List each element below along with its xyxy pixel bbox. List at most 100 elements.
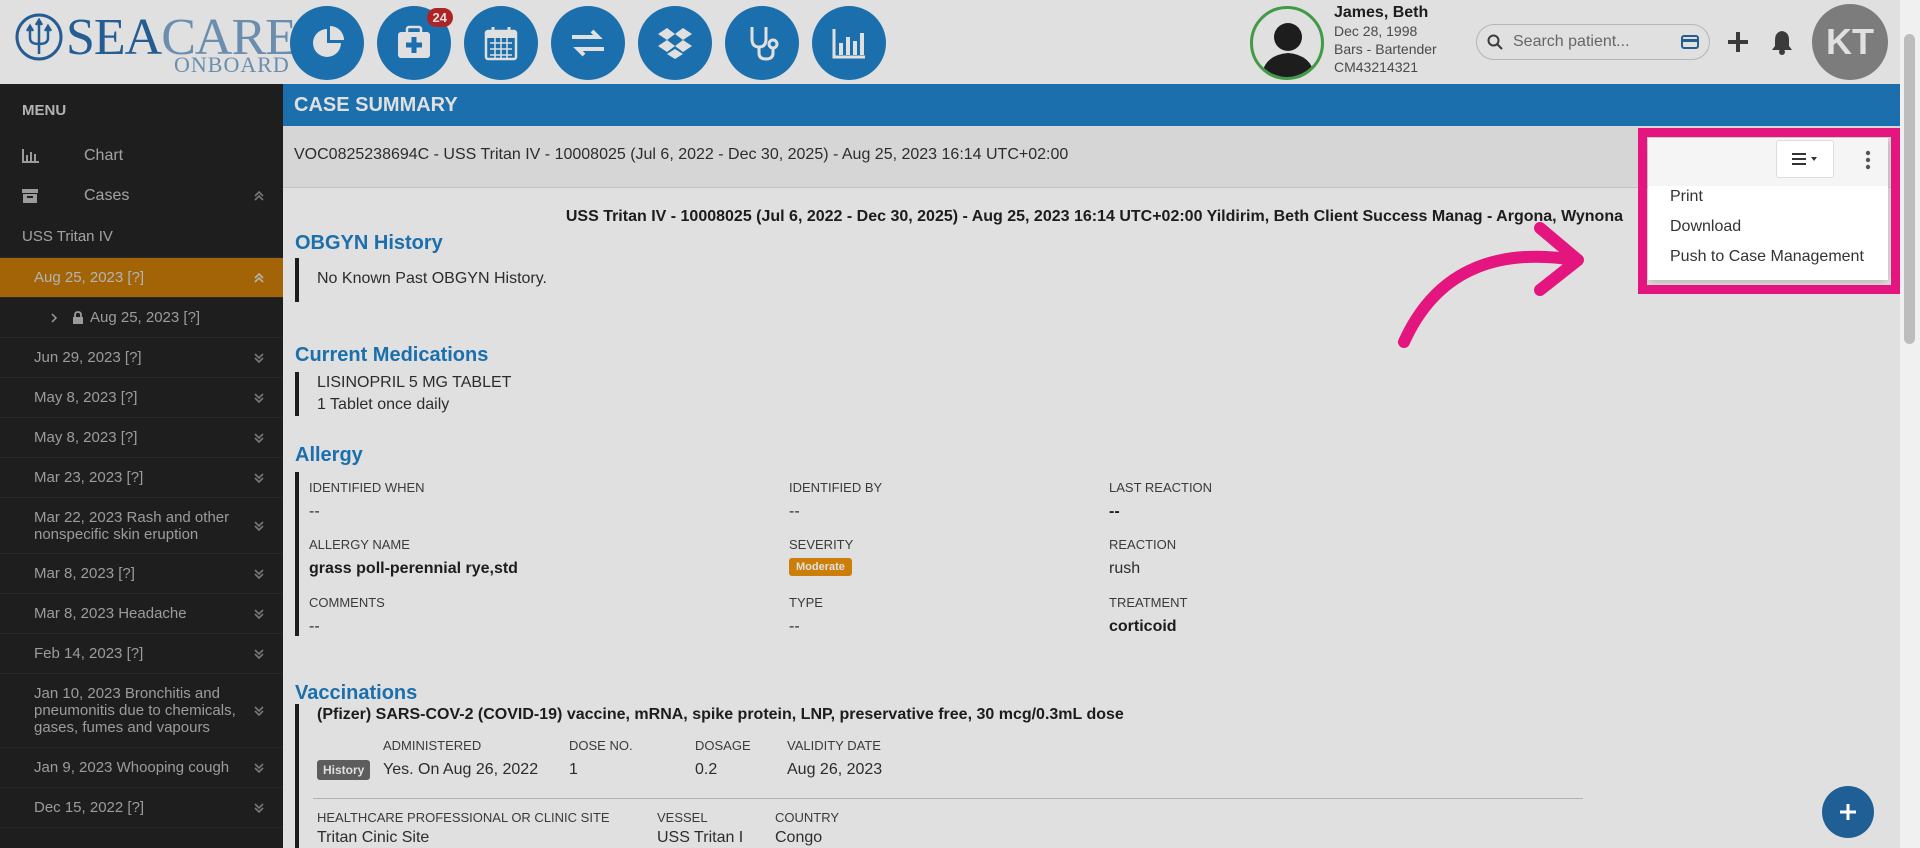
user-avatar[interactable]: KT xyxy=(1812,4,1888,80)
obgyn-body: No Known Past OBGYN History. xyxy=(295,258,547,302)
chevron-down-icon xyxy=(254,802,264,813)
patient-info: James, Beth Dec 28, 1998 Bars - Bartende… xyxy=(1334,4,1437,76)
allergy-title: Allergy xyxy=(295,444,363,466)
case-sub-label: Aug 25, 2023 [?] xyxy=(90,309,201,326)
card-icon[interactable] xyxy=(1681,35,1699,49)
medication-name: LISINOPRIL 5 MG TABLET xyxy=(317,374,512,391)
case-item-label: Mar 8, 2023 Headache xyxy=(34,605,187,622)
chevron-down-icon xyxy=(254,392,264,403)
case-item-label: Aug 25, 2023 [?] xyxy=(34,269,145,286)
logo-subtext: ONBOARD xyxy=(174,52,290,77)
case-item-label: Jan 9, 2023 Whooping cough xyxy=(34,759,230,776)
case-item[interactable]: May 8, 2023 [?] xyxy=(0,378,283,418)
case-item-label: Feb 14, 2023 [?] xyxy=(34,645,144,662)
case-item-label: Mar 22, 2023 Rash and other nonspecific … xyxy=(34,508,230,543)
chevron-down-icon xyxy=(254,568,264,579)
type-cell: TYPE -- xyxy=(789,595,823,635)
patient-avatar[interactable] xyxy=(1250,6,1324,80)
scroll-thumb[interactable] xyxy=(1904,34,1915,344)
case-item[interactable]: Mar 8, 2023 Headache xyxy=(0,594,283,634)
medical-plus-icon xyxy=(398,25,430,58)
comments-cell: COMMENTS -- xyxy=(309,595,385,635)
medications-body: LISINOPRIL 5 MG TABLET 1 Tablet once dai… xyxy=(295,372,511,416)
archive-icon xyxy=(22,189,38,203)
search-input[interactable] xyxy=(1513,33,1681,51)
bar-chart-icon xyxy=(832,29,865,59)
case-item[interactable]: Mar 23, 2023 [?] xyxy=(0,458,283,498)
case-item[interactable]: May 8, 2023 [?] xyxy=(0,418,283,458)
calendar-icon xyxy=(484,27,518,61)
actions-menu: Print Download Push to Case Management xyxy=(1648,182,1888,272)
person-silhouette-icon xyxy=(1261,23,1315,77)
case-sub-item[interactable]: Aug 25, 2023 [?] xyxy=(0,298,283,338)
patient-search xyxy=(1476,24,1710,60)
vessel-label: USS Tritan IV xyxy=(0,216,283,258)
chevron-up-icon xyxy=(254,272,264,283)
list-view-button[interactable] xyxy=(1776,140,1834,178)
patient-dob: Dec 28, 1998 xyxy=(1334,23,1418,39)
list-icon xyxy=(1792,153,1817,165)
medications-title: Current Medications xyxy=(295,344,489,366)
search-icon xyxy=(1487,34,1503,50)
case-list: Jun 29, 2023 [?] May 8, 2023 [?] May 8, 20… xyxy=(0,338,283,828)
administered-cell: ADMINISTERED Yes. On Aug 26, 2022 xyxy=(383,738,539,778)
chevron-down-icon xyxy=(254,762,264,773)
vaccine-name: (Pfizer) SARS-COV-2 (COVID-19) vaccine, … xyxy=(317,706,1124,723)
case-item[interactable]: Feb 14, 2023 [?] xyxy=(0,634,283,674)
case-item[interactable]: Dec 15, 2022 [?] xyxy=(0,788,283,828)
chevron-down-icon xyxy=(254,648,264,659)
site-cell: HEALTHCARE PROFESSIONAL OR CLINIC SITE Tr… xyxy=(317,810,610,846)
treatment-cell: TREATMENT corticoid xyxy=(1109,595,1188,635)
chart-icon xyxy=(22,149,39,163)
floating-add-button[interactable] xyxy=(1822,786,1874,838)
bell-icon xyxy=(1772,31,1792,55)
trident-logo-icon xyxy=(15,13,63,61)
case-item-active[interactable]: Aug 25, 2023 [?] xyxy=(0,258,283,298)
summary-line: USS Tritan IV - 10008025 (Jul 6, 2022 - … xyxy=(565,208,1623,225)
reports-button[interactable] xyxy=(812,6,886,80)
seacare-logo[interactable]: SEACARE ONBOARD xyxy=(14,10,297,77)
severity-badge: Moderate xyxy=(789,558,852,576)
sidebar-item-cases[interactable]: Cases xyxy=(0,176,283,216)
page-scrollbar[interactable] xyxy=(1900,0,1920,848)
notifications-button[interactable] xyxy=(1766,26,1798,58)
case-item-label: Mar 8, 2023 [?] xyxy=(34,565,135,582)
case-item[interactable]: Mar 8, 2023 [?] xyxy=(0,554,283,594)
case-item[interactable]: Jan 10, 2023 Bronchitis and pneumonitis … xyxy=(0,674,283,748)
severity-cell: SEVERITY Moderate xyxy=(789,537,853,576)
vaccinations-title: Vaccinations xyxy=(295,682,418,704)
chevron-down-icon xyxy=(254,705,264,716)
sidebar-item-label: Chart xyxy=(84,147,124,164)
transfer-button[interactable] xyxy=(551,6,625,80)
history-cell: History xyxy=(317,740,371,780)
medication-dose: 1 Tablet once daily xyxy=(317,396,450,413)
chevron-up-icon xyxy=(254,190,264,201)
plus-icon xyxy=(1840,804,1856,820)
case-item-label: Dec 15, 2022 [?] xyxy=(34,799,145,816)
menu-item-download[interactable]: Download xyxy=(1648,212,1888,242)
calendar-button[interactable] xyxy=(464,6,538,80)
chevron-down-icon xyxy=(254,432,264,443)
chevron-right-icon xyxy=(51,312,58,323)
more-options-button[interactable] xyxy=(1858,148,1878,172)
divider xyxy=(313,798,1583,799)
case-item-label: May 8, 2023 [?] xyxy=(34,429,138,446)
allergy-grid: IDENTIFIED WHEN -- IDENTIFIED BY -- LAST R… xyxy=(295,472,1495,636)
case-item[interactable]: Jun 29, 2023 [?] xyxy=(0,338,283,378)
add-button[interactable] xyxy=(1722,26,1754,58)
actions-toolbar xyxy=(1648,138,1888,186)
vessel-cell: VESSEL USS Tritan I xyxy=(657,810,744,846)
last-reaction-cell: LAST REACTION -- xyxy=(1109,480,1213,520)
menu-item-push-to-case-management[interactable]: Push to Case Management xyxy=(1648,242,1888,272)
dropbox-button[interactable] xyxy=(638,6,712,80)
sidebar-item-chart[interactable]: Chart xyxy=(0,136,283,176)
new-case-button[interactable]: 24 xyxy=(377,6,453,80)
menu-item-print[interactable]: Print xyxy=(1648,182,1888,212)
case-item[interactable]: Jan 9, 2023 Whooping cough xyxy=(0,748,283,788)
case-item[interactable]: Mar 22, 2023 Rash and other nonspecific … xyxy=(0,498,283,554)
chevron-down-icon xyxy=(254,520,264,531)
vaccination-record: (Pfizer) SARS-COV-2 (COVID-19) vaccine, … xyxy=(295,704,1595,848)
country-cell: COUNTRY Congo xyxy=(775,810,840,846)
dashboard-button[interactable] xyxy=(290,6,364,80)
clinical-button[interactable] xyxy=(725,6,799,80)
